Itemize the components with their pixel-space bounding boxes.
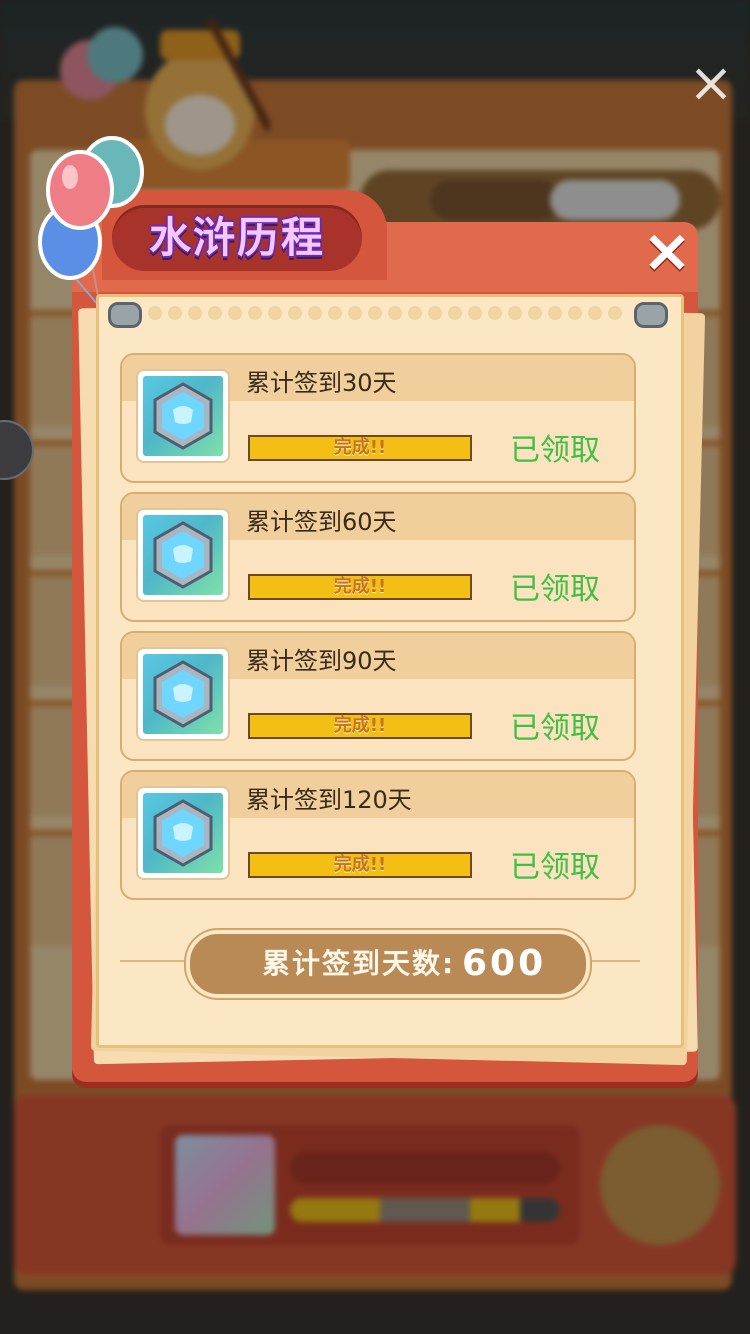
paper-clip-icon: [108, 302, 142, 328]
perforation-dot: [388, 306, 402, 320]
progress-bar: 完成!!: [248, 574, 472, 600]
close-button[interactable]: ×: [638, 221, 696, 281]
perforation-dot: [208, 306, 222, 320]
perforation-dot: [328, 306, 342, 320]
claimed-status: 已领取: [510, 711, 600, 746]
perforation-dot: [588, 306, 602, 320]
background-close-icon: ×: [688, 51, 734, 114]
paper-clip-icon: [634, 302, 668, 328]
perforation-dot: [408, 306, 422, 320]
perforation-dot: [448, 306, 462, 320]
perforation-dot: [468, 306, 482, 320]
perforation-dot: [148, 306, 162, 320]
perforation-dot: [248, 306, 262, 320]
milestone-title: 累计签到120天: [246, 786, 412, 814]
perforation-dot: [228, 306, 242, 320]
perforation-dot: [348, 306, 362, 320]
perforation-dot: [268, 306, 282, 320]
reward-icon-box: [138, 371, 228, 461]
reward-icon-box: [138, 649, 228, 739]
perforation-dot: [168, 306, 182, 320]
hexagon-gem-icon: [153, 382, 213, 450]
perforation-dot: [528, 306, 542, 320]
perforation-dot: [428, 306, 442, 320]
perforation-dot: [188, 306, 202, 320]
perforation-dot: [368, 306, 382, 320]
reward-icon-box: [138, 788, 228, 878]
progress-bar: 完成!!: [248, 435, 472, 461]
balloons-icon: [38, 136, 144, 308]
total-checkin-value: 600: [462, 943, 547, 984]
claimed-status: 已领取: [510, 433, 600, 468]
hexagon-gem-icon: [153, 799, 213, 867]
perforation-dot: [288, 306, 302, 320]
perforation-dot: [488, 306, 502, 320]
perforation-dot: [508, 306, 522, 320]
progress-bar: 完成!!: [248, 852, 472, 878]
perforation-dot: [568, 306, 582, 320]
milestone-row: 累计签到120天 完成!! 已领取: [120, 770, 636, 900]
milestone-title: 累计签到30天: [246, 369, 397, 397]
progress-text: 完成!!: [333, 437, 387, 458]
progress-text: 完成!!: [333, 715, 387, 736]
total-checkin-plate: 累计签到天数: 600: [186, 930, 590, 998]
progress-bar: 完成!!: [248, 713, 472, 739]
perforation-dot: [308, 306, 322, 320]
paper-perforation: [108, 306, 668, 322]
progress-text: 完成!!: [333, 854, 387, 875]
reward-icon-box: [138, 510, 228, 600]
milestone-row: 累计签到30天 完成!! 已领取: [120, 353, 636, 483]
claimed-status: 已领取: [510, 850, 600, 885]
hexagon-gem-icon: [153, 521, 213, 589]
milestone-title: 累计签到90天: [246, 647, 397, 675]
hexagon-gem-icon: [153, 660, 213, 728]
total-checkin-label: 累计签到天数:: [262, 947, 456, 980]
progress-text: 完成!!: [333, 576, 387, 597]
milestone-title: 累计签到60天: [246, 508, 397, 536]
perforation-dot: [548, 306, 562, 320]
milestone-row: 累计签到90天 完成!! 已领取: [120, 631, 636, 761]
perforation-dot: [608, 306, 622, 320]
milestone-row: 累计签到60天 完成!! 已领取: [120, 492, 636, 622]
claimed-status: 已领取: [510, 572, 600, 607]
